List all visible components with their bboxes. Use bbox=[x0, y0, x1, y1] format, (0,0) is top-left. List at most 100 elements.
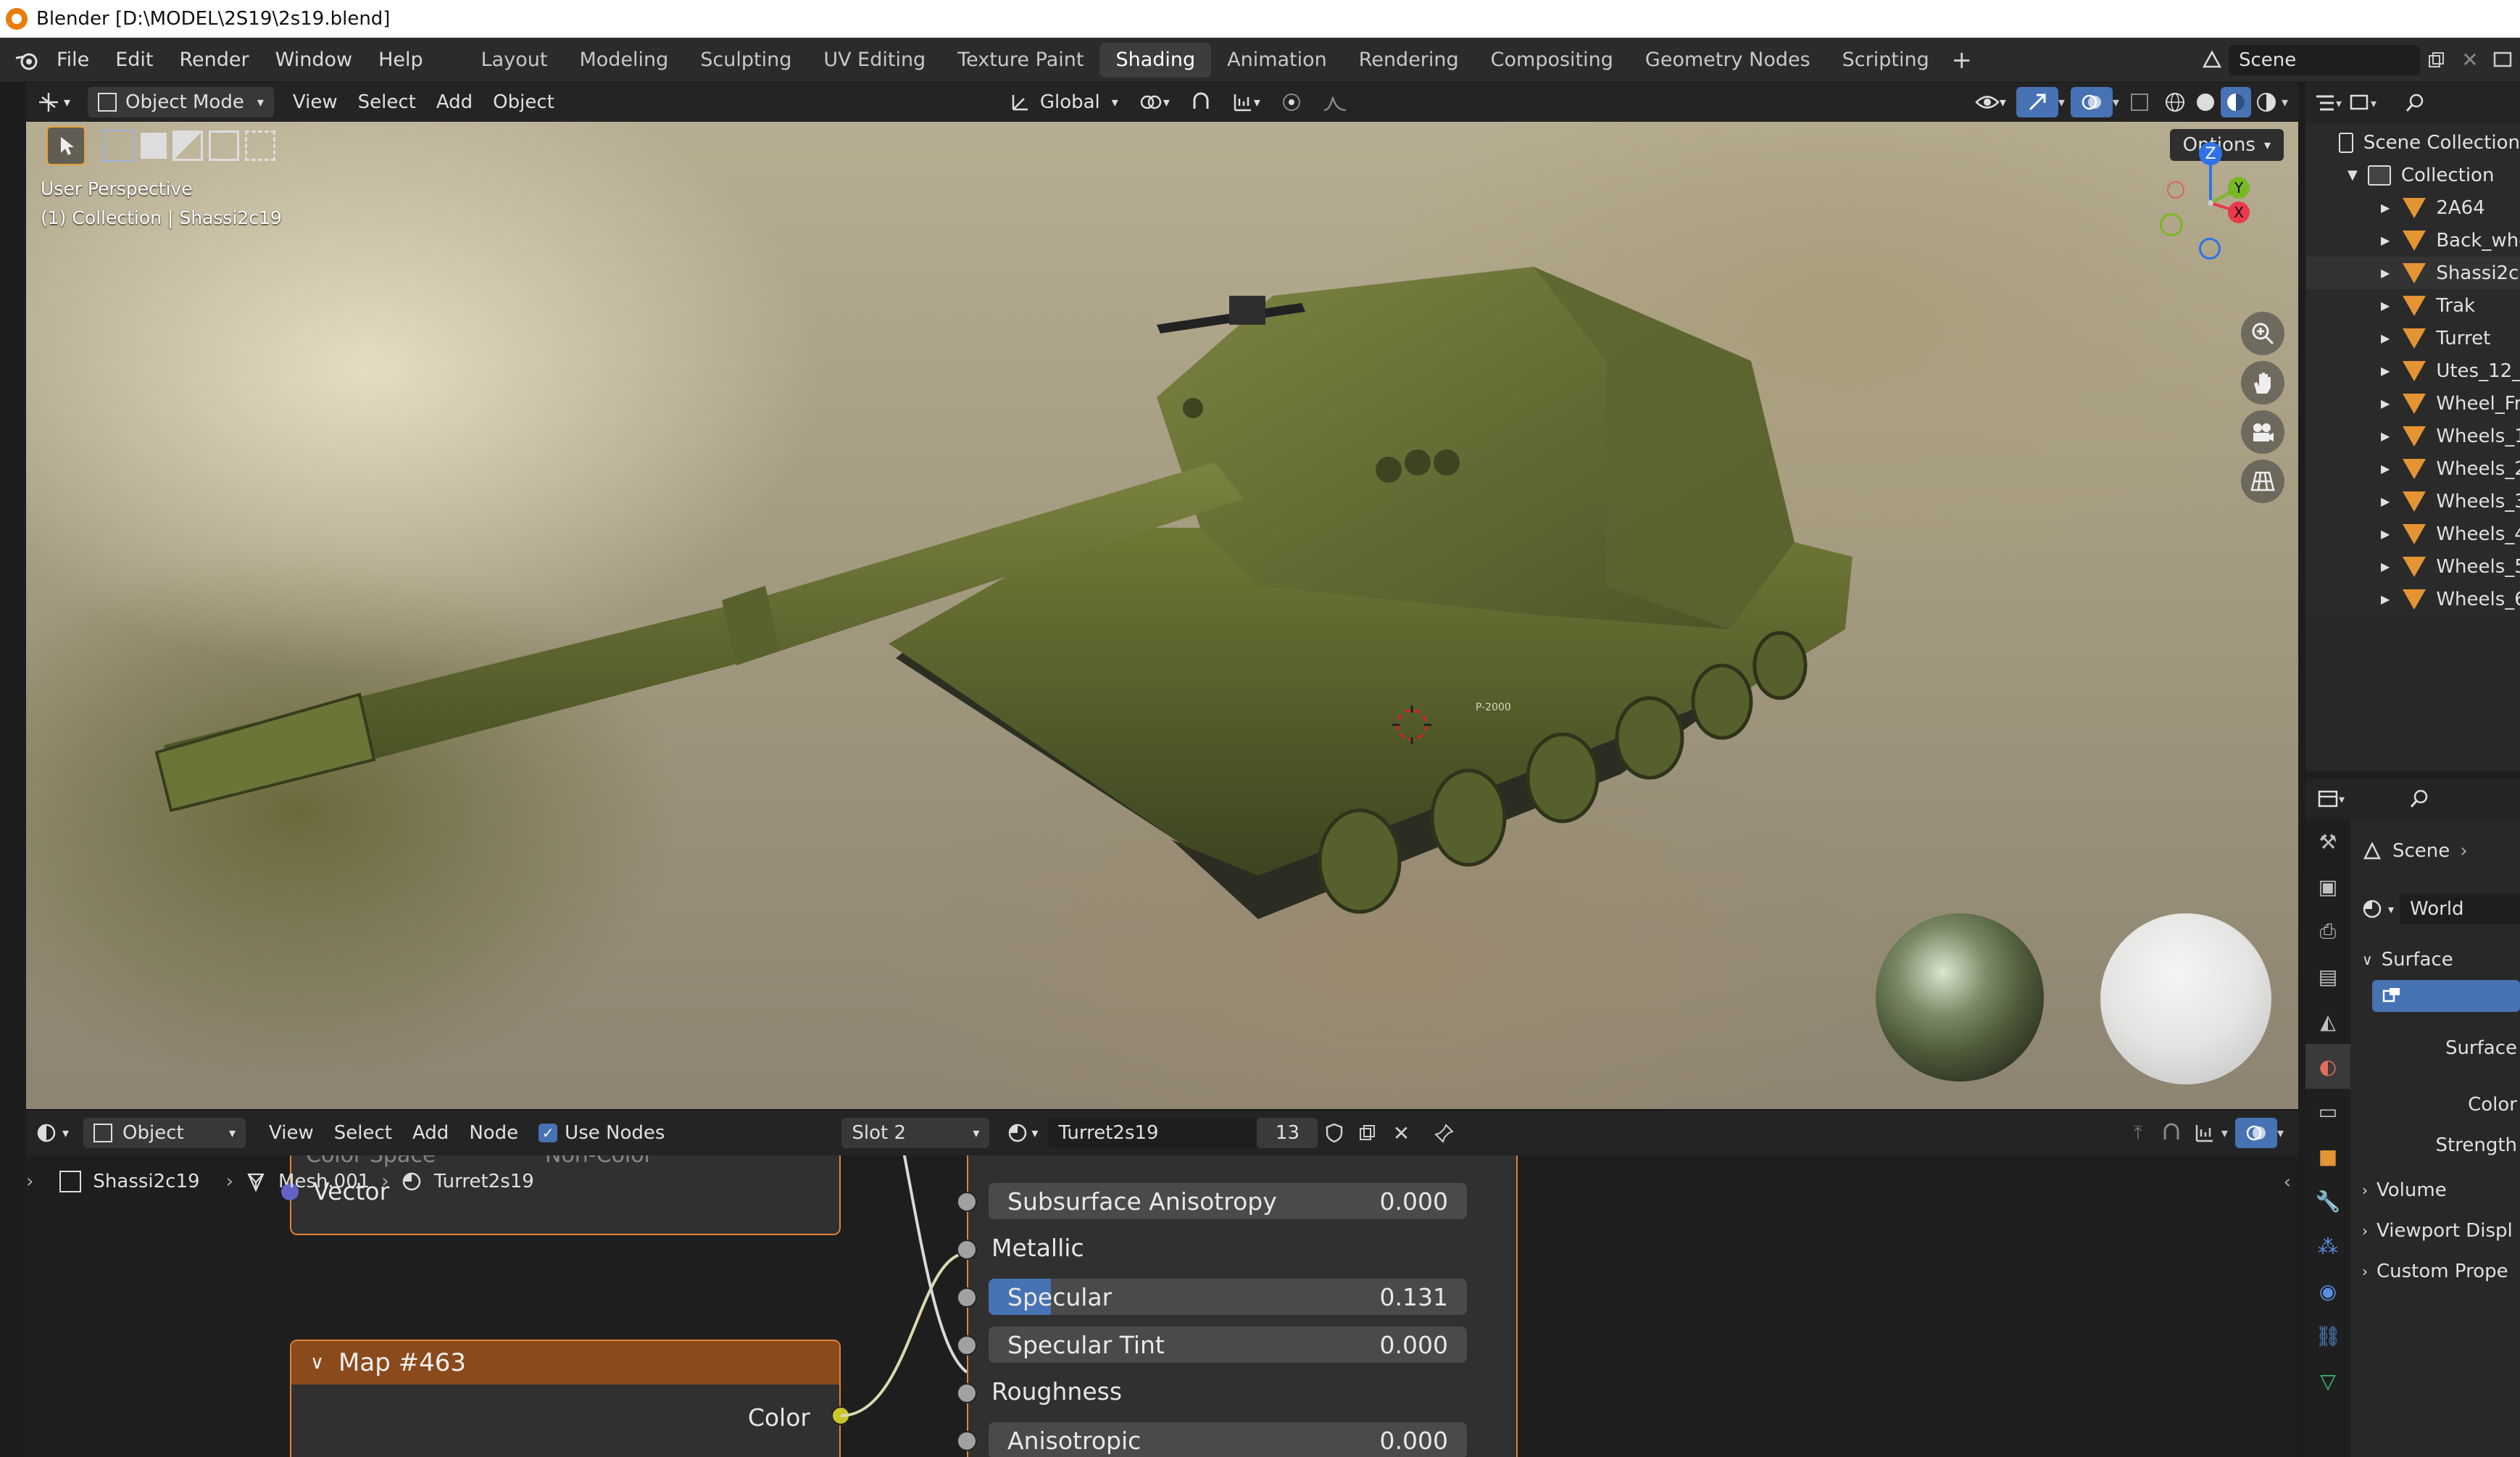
shading-material-icon[interactable] bbox=[2220, 87, 2251, 117]
material-users-count[interactable]: 13 bbox=[1257, 1118, 1318, 1148]
custom-properties-panel-header[interactable]: › Custom Prope bbox=[2362, 1251, 2520, 1292]
subsurface-anisotropy-field[interactable]: Subsurface Anisotropy 0.000 bbox=[989, 1183, 1467, 1219]
outliner-item[interactable]: ▶ Wheels_2 bbox=[2305, 452, 2520, 485]
pin-icon[interactable] bbox=[1428, 1116, 1461, 1150]
outliner-item[interactable]: ▶ 2A64 bbox=[2305, 191, 2520, 224]
use-nodes-checkbox[interactable]: ✓ Use Nodes bbox=[528, 1118, 675, 1148]
outliner-item[interactable]: ▶ Wheels_3 bbox=[2305, 485, 2520, 518]
gizmo-neg-z-axis[interactable] bbox=[2199, 238, 2221, 260]
orthographic-grid-icon[interactable] bbox=[2241, 460, 2284, 503]
scene-tab-icon[interactable]: ◭ bbox=[2305, 999, 2350, 1044]
physics-tab-icon[interactable]: ◉ bbox=[2305, 1269, 2350, 1313]
blender-menu-icon[interactable] bbox=[10, 43, 43, 77]
new-scene-icon[interactable] bbox=[2420, 43, 2453, 77]
view-layer-icon[interactable] bbox=[2487, 43, 2520, 77]
display-mode-icon[interactable]: ▾ bbox=[2349, 86, 2376, 120]
tab-sculpting[interactable]: Sculpting bbox=[684, 43, 807, 78]
specular-socket[interactable] bbox=[957, 1287, 977, 1308]
outliner-editor-type-icon[interactable]: ▾ bbox=[2314, 86, 2342, 120]
output-tab-icon[interactable]: ⎙ bbox=[2305, 909, 2350, 954]
snap-toggle-icon[interactable] bbox=[1180, 87, 1222, 117]
shading-solid-icon[interactable] bbox=[2190, 87, 2221, 117]
tab-texture-paint[interactable]: Texture Paint bbox=[941, 43, 1099, 78]
world-name-field[interactable]: World bbox=[2400, 894, 2520, 924]
menu-view[interactable]: View bbox=[283, 87, 348, 117]
shading-wireframe-icon[interactable] bbox=[2160, 87, 2190, 117]
outliner-scene-collection[interactable]: Scene Collection bbox=[2305, 126, 2520, 159]
specular-field[interactable]: Specular 0.131 bbox=[989, 1279, 1467, 1315]
outliner-item[interactable]: ▶ Wheel_Fr bbox=[2305, 387, 2520, 420]
tab-layout[interactable]: Layout bbox=[465, 43, 564, 78]
slot-dropdown[interactable]: Slot 2 ▾ bbox=[841, 1118, 990, 1148]
parent-node-tree-icon[interactable]: ⤒ bbox=[2121, 1116, 2155, 1150]
gizmo-neg-y-axis[interactable] bbox=[2160, 213, 2183, 236]
expand-arrow-icon[interactable]: ▼ bbox=[2348, 167, 2358, 183]
world-tab-icon[interactable]: ◐ bbox=[2305, 1044, 2350, 1089]
gizmo-toggle-icon[interactable] bbox=[2016, 87, 2058, 117]
outliner-item[interactable]: ▶ Trak bbox=[2305, 289, 2520, 322]
menu-window[interactable]: Window bbox=[262, 38, 365, 83]
outliner-item[interactable]: ▶ Wheels_5 bbox=[2305, 550, 2520, 583]
anisotropic-socket[interactable] bbox=[957, 1431, 977, 1451]
material-name-field[interactable]: Turret2s19 bbox=[1048, 1118, 1257, 1148]
mode-dropdown[interactable]: Object Mode ▾ bbox=[88, 87, 274, 117]
outliner-item[interactable]: ▶Back_whe bbox=[2305, 224, 2520, 257]
shader-type-dropdown[interactable]: Object ▾ bbox=[83, 1118, 246, 1148]
pan-hand-icon[interactable] bbox=[2241, 361, 2284, 404]
tab-geometry-nodes[interactable]: Geometry Nodes bbox=[1629, 43, 1826, 78]
outliner-item[interactable]: ▶ Wheels_6 bbox=[2305, 583, 2520, 615]
sidebar-toggle-icon[interactable]: › bbox=[26, 1171, 33, 1192]
add-workspace-icon[interactable]: + bbox=[1945, 43, 1979, 77]
node-editor-type-button[interactable]: ▾ bbox=[26, 1118, 79, 1148]
gizmo-neg-x-axis[interactable] bbox=[2167, 181, 2184, 199]
snap-target-icon[interactable]: ▾ bbox=[1222, 87, 1271, 117]
particles-tab-icon[interactable]: ⁂ bbox=[2305, 1224, 2350, 1269]
node-overlays-icon[interactable] bbox=[2234, 1118, 2277, 1148]
volume-panel-header[interactable]: › Volume bbox=[2362, 1170, 2520, 1211]
browse-material-icon[interactable]: ▾ bbox=[997, 1118, 1048, 1148]
tab-animation[interactable]: Animation bbox=[1211, 43, 1343, 78]
scene-selector-icon[interactable] bbox=[2195, 43, 2229, 77]
visibility-icon[interactable]: ▾ bbox=[1965, 87, 2016, 117]
modifier-tab-icon[interactable]: 🔧 bbox=[2305, 1179, 2350, 1224]
tab-modeling[interactable]: Modeling bbox=[563, 43, 684, 78]
properties-editor-type-icon[interactable]: ▾ bbox=[2317, 782, 2345, 815]
gizmo-z-axis[interactable]: Z bbox=[2199, 142, 2222, 165]
object-tab-icon[interactable]: ■ bbox=[2305, 1134, 2350, 1179]
falloff-icon[interactable] bbox=[1313, 87, 1357, 117]
outliner-item[interactable]: ▶ Wheels_4 bbox=[2305, 518, 2520, 550]
outliner-item-active[interactable]: ▶Shassi2c1 bbox=[2305, 257, 2520, 289]
pivot-point-icon[interactable]: ▾ bbox=[1128, 87, 1180, 117]
tab-rendering[interactable]: Rendering bbox=[1343, 43, 1475, 78]
menu-select[interactable]: Select bbox=[348, 87, 426, 117]
node-menu-select[interactable]: Select bbox=[324, 1118, 402, 1148]
roughness-socket[interactable] bbox=[957, 1383, 977, 1403]
specular-tint-socket[interactable] bbox=[957, 1335, 977, 1356]
properties-search-icon[interactable] bbox=[2403, 782, 2436, 815]
node-editor-canvas[interactable]: › Shassi2c19 › Mesh.001 › Turret2s19 Col… bbox=[26, 1155, 2298, 1457]
node-menu-node[interactable]: Node bbox=[459, 1118, 528, 1148]
node-menu-add[interactable]: Add bbox=[402, 1118, 459, 1148]
viewport-3d[interactable]: User Perspective (1) Collection | Shassi… bbox=[26, 122, 2298, 1109]
outliner-collection[interactable]: ▼ Collection bbox=[2305, 159, 2520, 191]
zoom-icon[interactable] bbox=[2241, 312, 2284, 355]
surface-panel-header[interactable]: ∨ Surface bbox=[2362, 939, 2520, 980]
overlays-toggle-icon[interactable] bbox=[2070, 87, 2113, 117]
menu-edit[interactable]: Edit bbox=[102, 38, 166, 83]
collection-tab-icon[interactable]: ▭ bbox=[2305, 1089, 2350, 1134]
view-layer-tab-icon[interactable]: ▤ bbox=[2305, 954, 2350, 999]
fake-user-shield-icon[interactable] bbox=[1318, 1116, 1351, 1150]
duplicate-material-icon[interactable] bbox=[1351, 1116, 1384, 1150]
tab-scripting[interactable]: Scripting bbox=[1826, 43, 1945, 78]
outliner-item[interactable]: ▶ Utes_12_ bbox=[2305, 354, 2520, 387]
specular-tint-field[interactable]: Specular Tint 0.000 bbox=[989, 1327, 1467, 1363]
viewport-display-panel-header[interactable]: › Viewport Displ bbox=[2362, 1211, 2520, 1251]
render-tab-icon[interactable]: ▣ bbox=[2305, 864, 2350, 909]
data-tab-icon[interactable]: ▽ bbox=[2305, 1358, 2350, 1403]
xray-toggle-icon[interactable] bbox=[2119, 87, 2160, 117]
menu-file[interactable]: File bbox=[43, 38, 102, 83]
node-snap-icon[interactable] bbox=[2155, 1116, 2188, 1150]
navigation-gizmo[interactable]: Z Y X bbox=[2157, 138, 2251, 261]
menu-help[interactable]: Help bbox=[365, 38, 436, 83]
gizmo-x-axis[interactable]: X bbox=[2228, 202, 2250, 223]
